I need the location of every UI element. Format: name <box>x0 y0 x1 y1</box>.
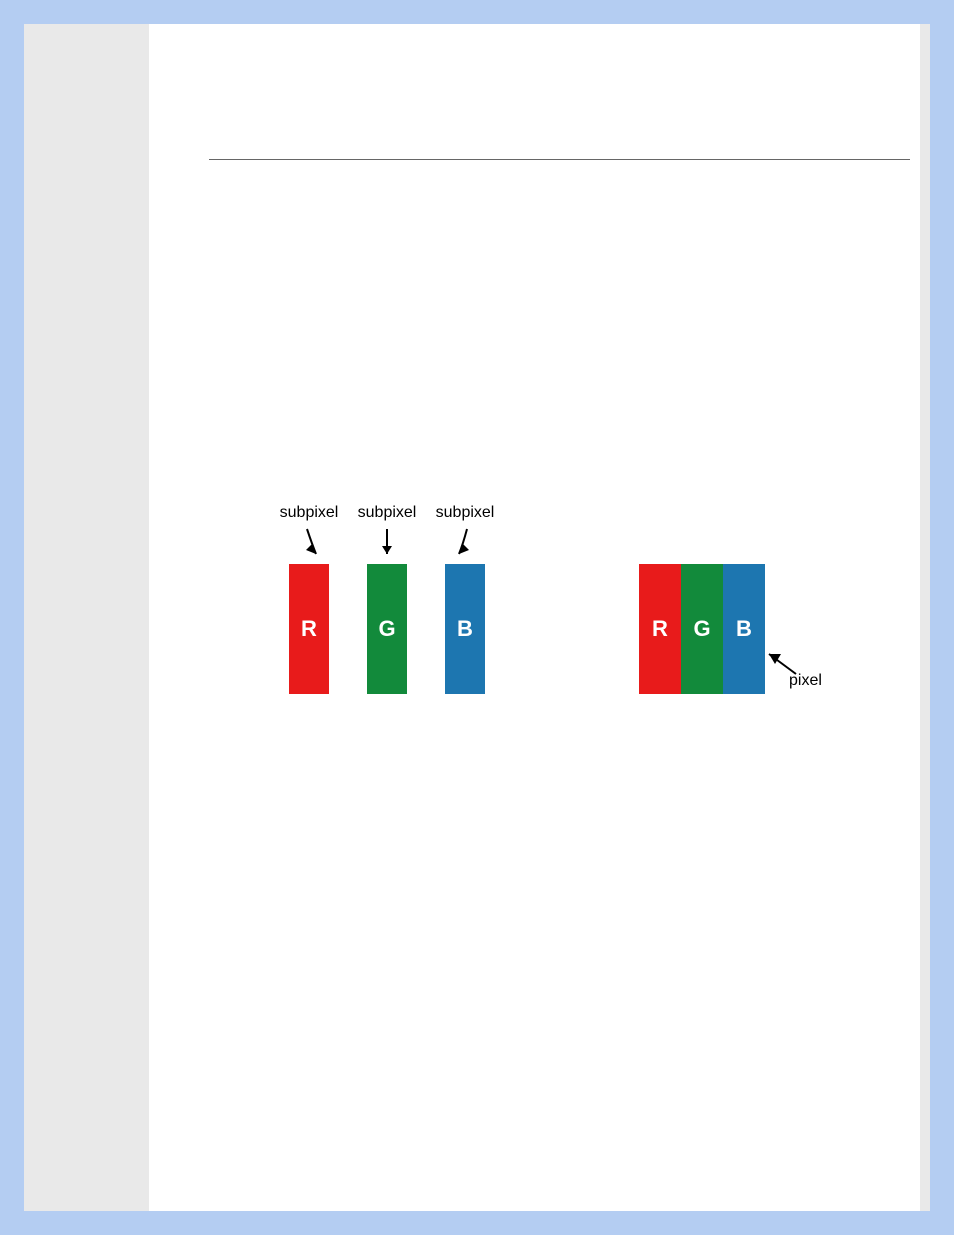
app-frame: subpixel subpixel subpixel R G B <box>0 0 954 1235</box>
rgb-subpixel-diagram: subpixel subpixel subpixel R G B <box>149 494 910 754</box>
subpixel-red: R <box>289 564 329 694</box>
subpixel-label-2: subpixel <box>347 504 427 522</box>
pixel-b: B <box>723 564 765 694</box>
section-rule <box>209 159 910 160</box>
subpixel-label-3: subpixel <box>425 504 505 522</box>
pixel-g: G <box>681 564 723 694</box>
arrow-down-icon <box>367 526 407 566</box>
arrow-down-icon <box>445 526 485 566</box>
doc-holder: subpixel subpixel subpixel R G B <box>24 24 930 1211</box>
pixel-label: pixel <box>789 672 822 690</box>
subpixel-label-1: subpixel <box>269 504 349 522</box>
page-gutter-right <box>910 24 930 1211</box>
subpixel-green: G <box>367 564 407 694</box>
pixel-block: R G B <box>639 564 765 694</box>
page-edge <box>910 24 920 1211</box>
subpixel-blue: B <box>445 564 485 694</box>
pixel-r: R <box>639 564 681 694</box>
page: subpixel subpixel subpixel R G B <box>149 24 910 1211</box>
arrow-down-icon <box>289 526 329 566</box>
